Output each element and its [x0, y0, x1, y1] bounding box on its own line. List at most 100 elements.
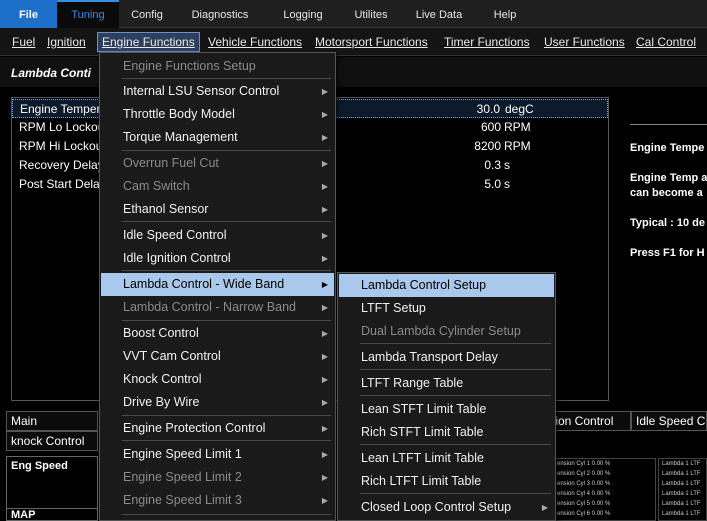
table-row: ension Cyl 6 0.00 %: [557, 511, 611, 517]
param-name: Post Start Dela: [19, 177, 100, 191]
submenu-arrow-icon: ▶: [321, 398, 328, 407]
menu-separator: [122, 78, 331, 79]
menu-item-lambda-control-narrow-band[interactable]: Lambda Control - Narrow Band ▶: [101, 296, 334, 319]
table-row: Lambda 1 LTF: [662, 471, 701, 477]
help-press-f1: Press F1 for H: [630, 247, 705, 259]
menu-item-label: Lambda Control - Wide Band: [123, 277, 285, 291]
tab-lambda-control[interactable]: tion Control: [549, 411, 631, 431]
submenu-ignition-label: Ignition: [47, 35, 86, 49]
menu-item-torque-management[interactable]: Torque Management ▶: [101, 126, 334, 149]
menu-item-label: Engine Functions Setup: [123, 59, 256, 73]
submenu-engine-functions[interactable]: Engine Functions: [97, 32, 200, 52]
table-row: Lambda 1 LTF: [662, 511, 701, 517]
live-table-right: Lambda 1 LTF Lambda 1 LTF Lambda 1 LTF L…: [658, 458, 707, 521]
submenu-timer-functions-label: Timer Functions: [444, 35, 530, 49]
menu-item-drive-by-wire[interactable]: Drive By Wire ▶: [101, 391, 334, 414]
param-unit: degC: [505, 102, 534, 116]
menu-separator: [360, 395, 551, 396]
menu-separator: [122, 270, 331, 271]
submenu-arrow-icon: ▶: [321, 231, 328, 240]
tab-main[interactable]: Main: [6, 411, 98, 431]
tab-idle-speed[interactable]: Idle Speed C: [631, 411, 707, 431]
menu-item-overrun-fuel-cut[interactable]: Overrun Fuel Cut ▶: [101, 152, 334, 175]
submenu-item-rich-stft-limit-table[interactable]: Rich STFT Limit Table: [339, 421, 554, 444]
submenu-item-closed-loop-control-setup[interactable]: Closed Loop Control Setup ▶: [339, 496, 554, 519]
submenu-cal-control[interactable]: Cal Control: [636, 32, 696, 52]
submenu-vehicle-functions[interactable]: Vehicle Functions: [208, 32, 302, 52]
submenu-item-lambda-transport-delay[interactable]: Lambda Transport Delay: [339, 346, 554, 369]
table-row: Lambda 1 LTF: [662, 461, 701, 467]
menu-item-internal-lsu-sensor-control[interactable]: Internal LSU Sensor Control ▶: [101, 80, 334, 103]
menu-separator: [122, 320, 331, 321]
submenu-item-lambda-control-setup[interactable]: Lambda Control Setup: [339, 274, 554, 297]
submenu-ignition[interactable]: Ignition: [47, 32, 86, 52]
menu-item-idle-ignition-control[interactable]: Idle Ignition Control ▶: [101, 247, 334, 270]
menu-item-label: Closed Loop Control Setup: [361, 500, 512, 514]
menu-live-data[interactable]: Live Data: [410, 0, 468, 28]
menu-separator: [122, 440, 331, 441]
submenu-item-lean-stft-limit-table[interactable]: Lean STFT Limit Table: [339, 398, 554, 421]
submenu-item-ltft-range-table[interactable]: LTFT Range Table: [339, 372, 554, 395]
submenu-fuel[interactable]: Fuel: [12, 32, 35, 52]
submenu-motorsport-functions[interactable]: Motorsport Functions: [315, 32, 428, 52]
menu-config[interactable]: Config: [122, 0, 172, 28]
menu-separator: [360, 343, 551, 344]
menu-separator: [122, 415, 331, 416]
param-name: RPM Lo Lockou: [19, 120, 105, 134]
menu-diagnostics[interactable]: Diagnostics: [184, 0, 256, 28]
menu-item-label: VVT Cam Control: [123, 349, 221, 363]
menu-item-vvt-cam-control[interactable]: VVT Cam Control ▶: [101, 345, 334, 368]
submenu-item-rich-ltft-limit-table[interactable]: Rich LTFT Limit Table: [339, 470, 554, 493]
menu-item-ethanol-sensor[interactable]: Ethanol Sensor ▶: [101, 198, 334, 221]
menu-item-label: LTFT Setup: [361, 301, 426, 315]
menu-item-label: Rich LTFT Limit Table: [361, 474, 482, 488]
menu-item-engine-speed-limit-1[interactable]: Engine Speed Limit 1 ▶: [101, 443, 334, 466]
submenu-item-ltft-setup[interactable]: LTFT Setup: [339, 297, 554, 320]
submenu-item-dual-lambda-cylinder-setup[interactable]: Dual Lambda Cylinder Setup: [339, 320, 554, 343]
param-value: 30.0: [476, 102, 500, 116]
menu-item-engine-speed-limit-2[interactable]: Engine Speed Limit 2 ▶: [101, 466, 334, 489]
menu-item-engine-speed-limit-3[interactable]: Engine Speed Limit 3 ▶: [101, 489, 334, 512]
submenu-arrow-icon: ▶: [321, 424, 328, 433]
submenu-arrow-icon: ▶: [321, 303, 328, 312]
menu-tuning[interactable]: Tuning: [57, 0, 119, 28]
menu-item-idle-speed-control[interactable]: Idle Speed Control ▶: [101, 224, 334, 247]
live-table-left: ension Cyl 1 0.00 % ension Cyl 2 0.00 % …: [553, 458, 656, 521]
menu-utilites[interactable]: Utilites: [346, 0, 396, 28]
submenu-user-functions[interactable]: User Functions: [544, 32, 625, 52]
menu-item-label: Drive By Wire: [123, 395, 200, 409]
menu-item-label: Engine Speed Limit 3: [123, 493, 242, 507]
menu-item-label: Overrun Fuel Cut: [123, 156, 219, 170]
menu-item-cam-switch[interactable]: Cam Switch ▶: [101, 175, 334, 198]
help-title: Engine Tempe: [630, 142, 705, 154]
menu-help[interactable]: Help: [486, 0, 524, 28]
menu-item-boost-control[interactable]: Boost Control ▶: [101, 322, 334, 345]
tab-knock-control[interactable]: knock Control: [6, 431, 98, 451]
menu-file[interactable]: File: [0, 0, 57, 28]
table-row: ension Cyl 5 0.00 %: [557, 501, 611, 507]
help-text-1: Engine Temp a: [630, 172, 707, 184]
submenu-arrow-icon: ▶: [321, 352, 328, 361]
submenu-arrow-icon: ▶: [321, 254, 328, 263]
main-menubar: File Tuning Config Diagnostics Logging U…: [0, 0, 707, 28]
submenu-arrow-icon: ▶: [321, 450, 328, 459]
submenu-arrow-icon: ▶: [321, 496, 328, 505]
menu-logging[interactable]: Logging: [275, 0, 331, 28]
menu-separator: [360, 493, 551, 494]
menu-item-label: Lambda Control - Narrow Band: [123, 300, 296, 314]
submenu-item-lean-ltft-limit-table[interactable]: Lean LTFT Limit Table: [339, 447, 554, 470]
menu-item-label: Cam Switch: [123, 179, 190, 193]
menu-item-throttle-body-model[interactable]: Throttle Body Model ▶: [101, 103, 334, 126]
menu-item-label: Dual Lambda Cylinder Setup: [361, 324, 521, 338]
param-name: Engine Temper: [20, 102, 101, 116]
menu-item-label: Knock Control: [123, 372, 202, 386]
menu-item-engine-protection-control[interactable]: Engine Protection Control ▶: [101, 417, 334, 440]
engine-functions-menu: Engine Functions Setup Internal LSU Senso…: [99, 52, 336, 521]
submenu-arrow-icon: ▶: [321, 473, 328, 482]
menu-item-label: Lean LTFT Limit Table: [361, 451, 484, 465]
submenu-timer-functions[interactable]: Timer Functions: [444, 32, 530, 52]
submenu-arrow-icon: ▶: [321, 110, 328, 119]
menu-item-lambda-control-wide-band[interactable]: Lambda Control - Wide Band ▶: [101, 273, 334, 296]
menu-item-engine-functions-setup[interactable]: Engine Functions Setup: [101, 55, 334, 78]
menu-item-knock-control[interactable]: Knock Control ▶: [101, 368, 334, 391]
